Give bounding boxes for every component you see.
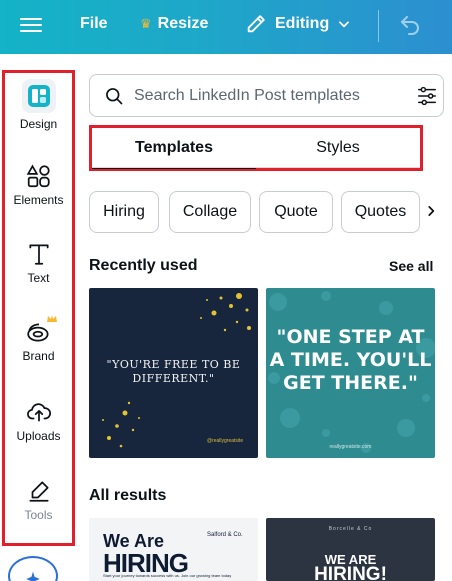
toolbar-divider [378,10,379,42]
sidebar-item-tools[interactable]: Tools [5,478,72,522]
filter-icon[interactable] [416,85,438,107]
all-results-heading: All results [89,487,167,504]
template-thumbnail[interactable]: We Are HIRING Salford & Co. Start your j… [89,518,258,581]
crown-icon [46,315,57,322]
sparkle-icon [26,571,40,581]
category-chips: Hiring Collage Quote Quotes [89,191,441,235]
template-thumbnail[interactable]: "YOU'RE FREE TO BE DIFFERENT." @reallygr… [89,288,258,458]
chevron-right-icon[interactable] [424,202,438,220]
sidebar-item-label: Brand [22,349,55,363]
chip-quote[interactable]: Quote [259,191,333,233]
sidebar-item-label: Tools [24,508,53,522]
resize-button[interactable]: ♛ Resize [140,15,208,33]
template-footer: reallygreatsite.com [329,444,372,450]
sidebar-item-label: Uploads [16,429,61,443]
editing-label: Editing [275,15,330,32]
sidebar-item-label: Design [19,117,58,131]
sidebar-item-label: Elements [13,193,64,207]
undo-button[interactable] [398,13,422,42]
template-quote-text: "YOU'RE FREE TO BE DIFFERENT." [106,358,241,385]
chip-hiring[interactable]: Hiring [89,191,159,233]
tab-styles[interactable]: Styles [256,128,420,168]
tools-icon [28,481,49,502]
elements-icon [26,164,50,188]
template-thumbnail[interactable]: "ONE STEP AT A TIME. YOU'LL GET THERE." … [266,288,435,458]
tab-baseline [92,167,420,168]
sidebar-item-elements[interactable]: Elements [5,163,72,207]
pencil-icon [247,15,265,33]
sidebar-item-uploads[interactable]: Uploads [5,399,72,443]
template-headline: HIRING! [314,564,387,581]
see-all-link[interactable]: See all [389,258,433,274]
template-search-box[interactable] [89,74,444,117]
sidebar-item-text[interactable]: Text [5,241,72,285]
file-menu-button[interactable]: File [80,15,108,33]
template-thumbnail[interactable]: Borcelle & Co WE ARE HIRING! [266,518,435,581]
template-footer: @reallygreatsite [207,438,244,444]
design-icon [21,79,56,113]
top-toolbar: File ♛ Resize Editing [0,0,452,54]
sidebar-item-design[interactable]: Design [5,79,72,131]
sidebar-item-brand[interactable]: Brand [5,315,72,363]
hamburger-menu-icon[interactable] [20,14,42,36]
chip-collage[interactable]: Collage [169,191,251,233]
recently-used-heading: Recently used [89,257,198,274]
text-icon [28,244,49,265]
tab-templates[interactable]: Templates [92,128,256,169]
side-panel-nav: Design Elements Text Brand Uploads Tools [2,70,75,546]
search-input[interactable] [134,83,404,109]
magic-assistant-button[interactable] [8,556,58,581]
template-quote-text: "ONE STEP AT A TIME. YOU'LL GET THERE." [269,326,432,394]
resize-label: Resize [157,15,209,32]
chip-quotes[interactable]: Quotes [341,191,420,233]
sidebar-item-label: Text [27,271,50,285]
search-icon [106,88,123,105]
template-brand: Borcelle & Co [328,526,373,532]
chevron-down-icon [339,21,350,28]
template-brand: Salford & Co. [207,532,243,538]
crown-icon: ♛ [140,16,152,31]
uploads-icon [26,403,51,422]
template-style-tabs: Templates Styles [89,125,423,171]
undo-icon [401,16,419,35]
editing-mode-dropdown[interactable]: Editing [245,13,351,35]
template-subtext: Start your journey towards success with … [103,573,232,578]
